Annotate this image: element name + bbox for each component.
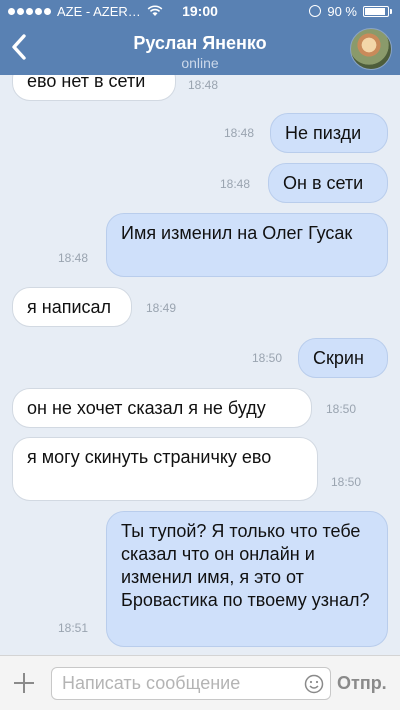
- message-input[interactable]: [62, 668, 292, 699]
- message-text: он не хочет сказал я не буду: [27, 398, 266, 418]
- message-time: 18:50: [331, 475, 362, 489]
- send-button[interactable]: Отпр.: [337, 673, 387, 694]
- battery-percent: 90 %: [327, 3, 357, 19]
- message-time: 18:48: [224, 126, 255, 140]
- message-bubble[interactable]: Не пизди: [270, 113, 388, 153]
- message-list[interactable]: ево нет в сети 18:48 Не пизди 18:48 Он в…: [0, 75, 400, 655]
- message-text: Имя изменил на Олег Гусак: [121, 223, 353, 243]
- avatar[interactable]: [350, 28, 392, 70]
- contact-status: online: [181, 55, 219, 71]
- message-bubble[interactable]: ево нет в сети: [12, 75, 176, 101]
- orientation-lock-icon: [309, 5, 322, 17]
- nav-bar: Руслан Яненко online: [0, 22, 400, 75]
- plus-icon[interactable]: [12, 671, 36, 695]
- message-time: 18:51: [58, 621, 89, 635]
- wifi-icon: [147, 5, 163, 16]
- message-time: 18:50: [252, 351, 283, 365]
- message-bubble[interactable]: Скрин: [298, 338, 388, 378]
- message-text: я написал: [27, 297, 112, 317]
- smiley-icon[interactable]: [304, 674, 324, 694]
- message-bubble[interactable]: он не хочет сказал я не буду: [12, 388, 312, 428]
- contact-header[interactable]: Руслан Яненко online: [60, 32, 340, 72]
- message-text: Скрин: [313, 348, 364, 368]
- message-text: Не пизди: [285, 123, 362, 143]
- signal-icon: [8, 7, 51, 15]
- message-time: 18:49: [146, 301, 177, 315]
- battery-icon: [363, 5, 392, 17]
- message-bubble[interactable]: Имя изменил на Олег Гусак: [106, 213, 388, 277]
- message-time: 18:50: [326, 402, 357, 416]
- message-time: 18:48: [58, 251, 89, 265]
- message-text: Он в сети: [283, 173, 364, 193]
- message-text: я могу скинуть страничку ево: [27, 447, 272, 467]
- message-bubble[interactable]: я могу скинуть страничку ево: [12, 437, 318, 501]
- contact-name: Руслан Яненко: [133, 33, 267, 53]
- header: AZE - AZER… 19:00 90 % Руслан Яненко onl…: [0, 0, 400, 75]
- composer-bar: Отпр.: [0, 655, 400, 710]
- message-bubble[interactable]: я написал: [12, 287, 132, 327]
- message-bubble[interactable]: Он в сети: [268, 163, 388, 203]
- carrier-info: AZE - AZER…: [8, 4, 163, 19]
- message-time: 18:48: [220, 177, 251, 191]
- message-field[interactable]: [51, 667, 331, 700]
- message-text: Ты тупой? Я только что тебе сказал что о…: [121, 521, 370, 610]
- status-bar: AZE - AZER… 19:00 90 %: [0, 0, 400, 22]
- carrier-name: AZE - AZER…: [57, 3, 141, 19]
- message-bubble[interactable]: Ты тупой? Я только что тебе сказал что о…: [106, 511, 388, 647]
- message-text: ево нет в сети: [27, 75, 146, 91]
- chevron-left-icon[interactable]: [8, 32, 32, 62]
- message-time: 18:48: [188, 78, 219, 92]
